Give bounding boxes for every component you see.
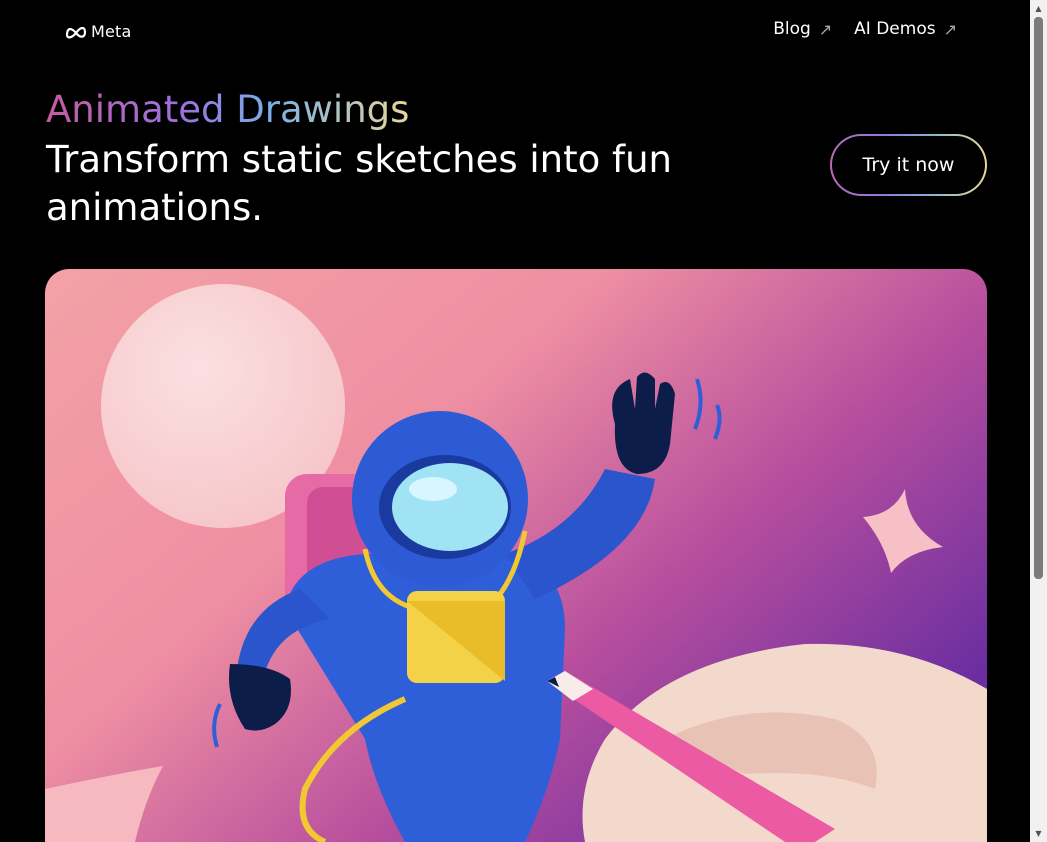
nav-link-ai-demos[interactable]: AI Demos ↗ [854, 19, 957, 39]
scroll-thumb[interactable] [1034, 17, 1043, 579]
meta-logo-text: Meta [91, 22, 132, 41]
meta-infinity-icon [65, 26, 87, 38]
nav-link-blog[interactable]: Blog ↗ [773, 19, 832, 39]
try-it-now-button[interactable]: Try it now [830, 134, 987, 196]
nav-link-label: Blog [773, 19, 811, 39]
visor-shape [392, 463, 508, 551]
scroll-down-arrow-icon[interactable]: ▼ [1030, 825, 1047, 842]
nav-link-label: AI Demos [854, 19, 936, 39]
page-headline: Transform static sketches into fun anima… [46, 138, 672, 229]
try-it-now-label: Try it now [832, 136, 985, 194]
scroll-up-arrow-icon[interactable]: ▲ [1030, 0, 1047, 17]
arrow-up-right-icon: ↗ [943, 19, 957, 39]
page-eyebrow: Animated Drawings [46, 88, 410, 131]
hero-illustration [45, 269, 987, 842]
meta-logo[interactable]: Meta [64, 22, 132, 41]
top-nav: Blog ↗ AI Demos ↗ [773, 19, 957, 39]
scrollbar[interactable]: ▲ ▼ [1030, 0, 1047, 842]
arrow-up-right-icon: ↗ [818, 19, 833, 39]
